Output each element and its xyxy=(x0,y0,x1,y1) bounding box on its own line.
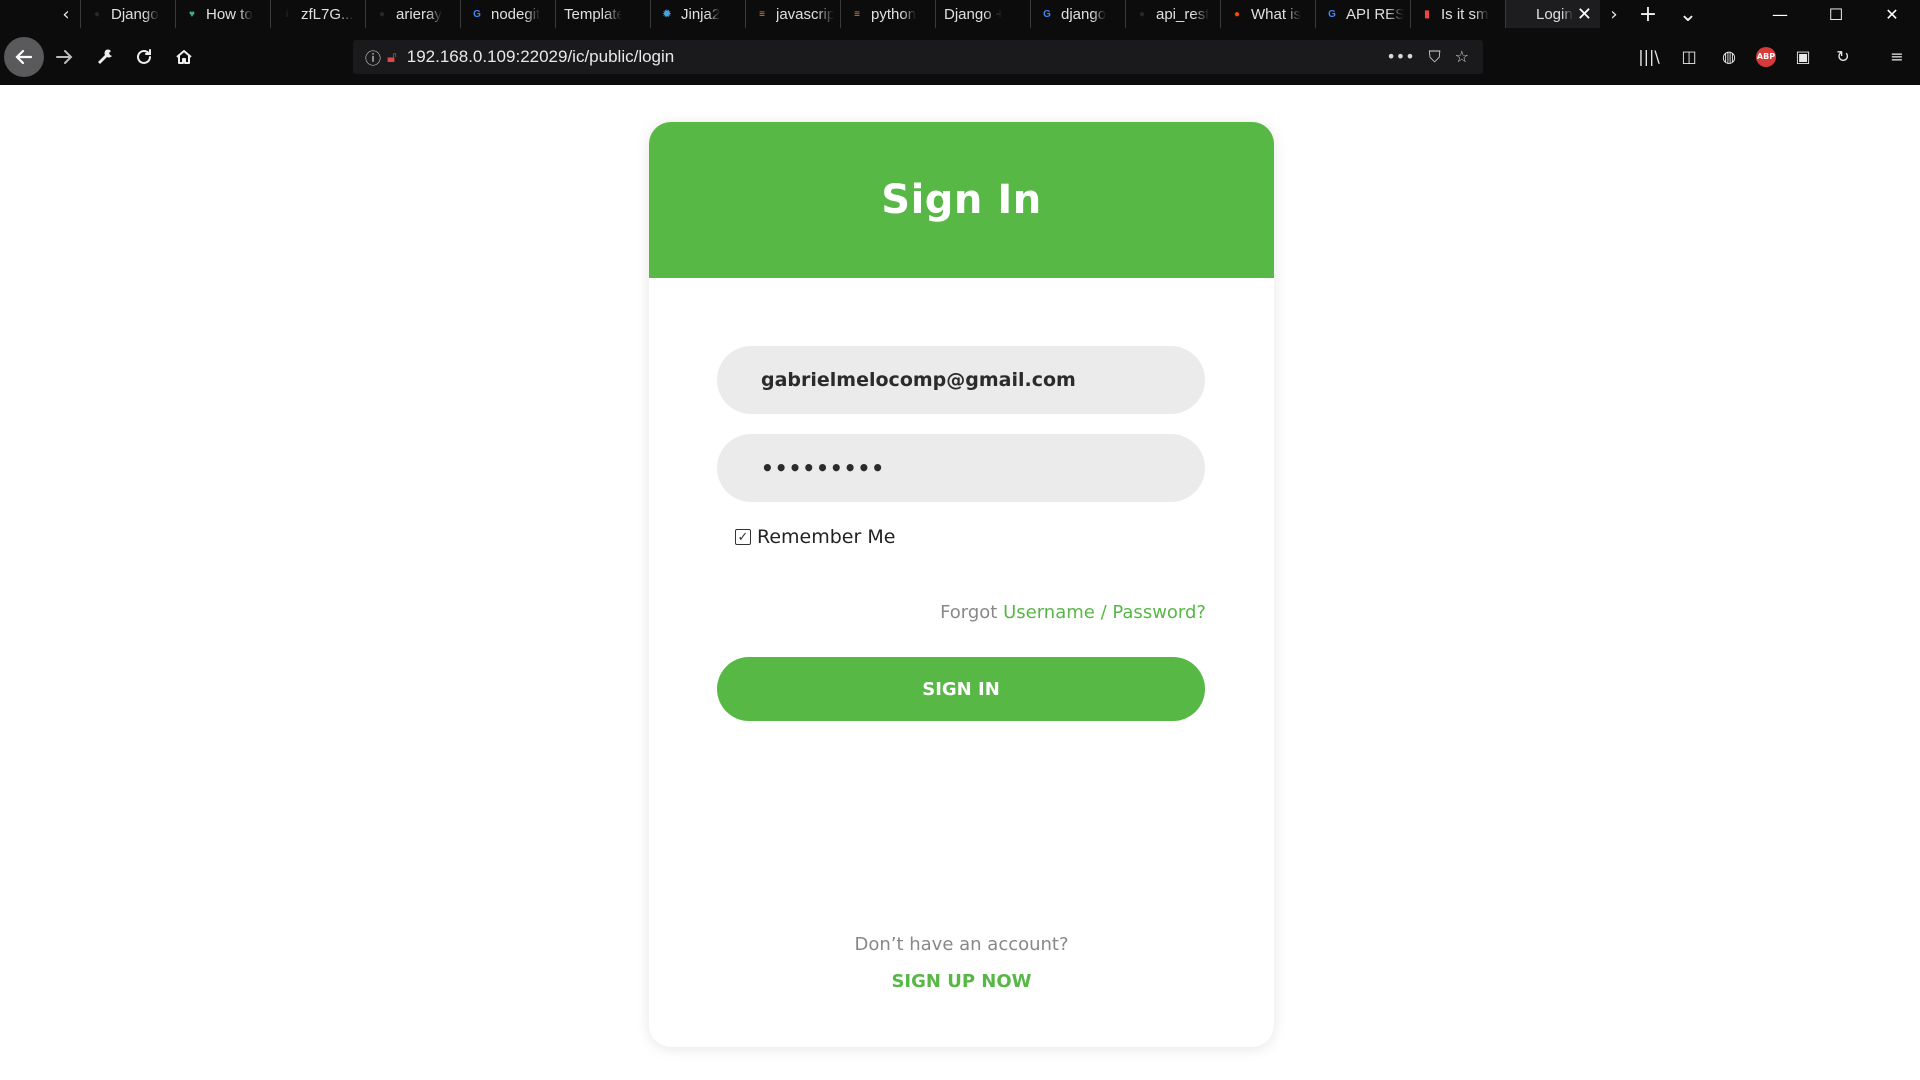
window-controls: — ☐ ✕ xyxy=(1752,0,1920,28)
no-account-text: Don’t have an account? xyxy=(854,934,1069,955)
tab-title: Is it sm xyxy=(1441,5,1489,23)
vue-icon: ♥ xyxy=(189,8,195,20)
tab-title: Login xyxy=(1536,5,1573,23)
browser-tab[interactable]: Template xyxy=(555,0,650,28)
stackoverflow-icon: ≡ xyxy=(854,8,860,20)
home-icon xyxy=(176,49,192,64)
close-tab-icon[interactable]: ✕ xyxy=(1577,4,1592,25)
login-card: Sign In gabrielmelocomp@gmail.com ••••••… xyxy=(649,122,1274,1047)
password-field[interactable]: ••••••••• xyxy=(717,434,1205,502)
page-title: Sign In xyxy=(881,177,1042,223)
browser-tab[interactable]: ● What is xyxy=(1220,0,1315,28)
menu-icon[interactable]: ≡ xyxy=(1884,44,1910,70)
tab-title: nodegit xyxy=(491,5,541,23)
tab-title: Django xyxy=(111,5,159,23)
arrow-right-icon xyxy=(56,49,73,64)
forgot-prefix: Forgot xyxy=(940,602,1004,623)
new-tab-button[interactable]: + xyxy=(1628,0,1668,28)
browser-tab[interactable]: G API REST xyxy=(1315,0,1410,28)
forgot-link[interactable]: Username / Password? xyxy=(1003,602,1206,623)
pocket-icon[interactable]: ⛉ xyxy=(1429,47,1441,67)
card-header: Sign In xyxy=(649,122,1274,278)
password-value: ••••••••• xyxy=(761,456,886,480)
sign-up-link[interactable]: SIGN UP NOW xyxy=(649,971,1274,992)
browser-tab[interactable]: Gnodegit xyxy=(460,0,555,28)
stackoverflow-icon: ≡ xyxy=(759,8,765,20)
tab-title: python xyxy=(871,5,917,23)
extension-globe-icon[interactable]: ◍ xyxy=(1716,44,1742,70)
google-icon: G xyxy=(473,8,481,20)
wrench-icon xyxy=(98,49,112,64)
reload-button[interactable] xyxy=(124,37,164,77)
google-icon: G xyxy=(1043,8,1051,20)
scroll-tabs-left-button[interactable]: ‹ xyxy=(52,0,80,28)
customize-button[interactable] xyxy=(84,37,124,77)
browser-tab[interactable]: ⌂ Login ✕ xyxy=(1505,0,1600,28)
home-icon: ⌂ xyxy=(1518,8,1526,20)
tab-title: arieray xyxy=(396,5,442,23)
tab-strip: ‹ ● Django ♥ How to i zfL7G... ● arieray Gnodegi… xyxy=(0,0,1920,28)
navigation-toolbar: ⓘ 🔓︎ 192.168.0.109:22029/ic/public/login… xyxy=(0,28,1920,85)
tab-title: How to xyxy=(206,5,253,23)
browser-tab[interactable]: ● arieray xyxy=(365,0,460,28)
maximize-button[interactable]: ☐ xyxy=(1808,0,1864,28)
remember-me-checkbox[interactable]: ✓ xyxy=(735,529,751,545)
list-all-tabs-button[interactable]: ⌄ xyxy=(1668,0,1708,28)
tab-title: api_rest xyxy=(1156,5,1210,23)
tab-title: What is xyxy=(1251,5,1302,23)
adblock-plus-icon[interactable]: ABP xyxy=(1756,46,1776,67)
github-icon: ● xyxy=(93,8,101,20)
browser-tab[interactable]: ● Django xyxy=(80,0,175,28)
tab-title: Template xyxy=(564,5,622,23)
github-icon: ● xyxy=(1138,8,1146,20)
info-icon[interactable]: ⓘ xyxy=(365,45,381,69)
jinja-icon: ✹ xyxy=(662,8,672,20)
browser-tab[interactable]: i zfL7G... xyxy=(270,0,365,28)
email-value: gabrielmelocomp@gmail.com xyxy=(761,369,1076,391)
reload-icon xyxy=(137,48,151,64)
browser-tab[interactable]: ≡ python xyxy=(840,0,935,28)
tab-list: ● Django ♥ How to i zfL7G... ● arieray Gnodegit T… xyxy=(80,0,1600,28)
browser-tab[interactable]: Gdjango xyxy=(1030,0,1125,28)
sidebar-icon[interactable]: ◫ xyxy=(1676,44,1702,70)
google-icon: G xyxy=(1328,8,1336,20)
bookmark-star-icon[interactable]: ☆ xyxy=(1455,47,1469,67)
extension-screenshot-icon[interactable]: ▣ xyxy=(1790,44,1816,70)
tab-title: Django + V xyxy=(944,5,1002,23)
bottle-icon: ▮ xyxy=(1424,8,1430,20)
reddit-icon: ● xyxy=(1233,8,1241,20)
page-actions-icon[interactable]: ••• xyxy=(1386,47,1414,67)
browser-tab[interactable]: Django + V xyxy=(935,0,1030,28)
browser-tab[interactable]: ● api_rest xyxy=(1125,0,1220,28)
browser-tab[interactable]: ♥ How to xyxy=(175,0,270,28)
tab-title: django xyxy=(1061,5,1107,23)
browser-tab[interactable]: ▮ Is it sm xyxy=(1410,0,1505,28)
remember-me-label: Remember Me xyxy=(757,526,896,548)
home-button[interactable] xyxy=(164,37,204,77)
scroll-tabs-right-button[interactable]: › xyxy=(1600,0,1628,28)
insecure-lock-icon[interactable]: 🔓︎ xyxy=(387,48,397,66)
browser-tab[interactable]: ✹ Jinja2 xyxy=(650,0,745,28)
email-field[interactable]: gabrielmelocomp@gmail.com xyxy=(717,346,1205,414)
url-text[interactable]: 192.168.0.109:22029/ic/public/login xyxy=(407,47,675,67)
address-bar[interactable]: ⓘ 🔓︎ 192.168.0.109:22029/ic/public/login… xyxy=(353,40,1483,74)
close-window-button[interactable]: ✕ xyxy=(1864,0,1920,28)
arrow-left-icon xyxy=(15,49,33,64)
forward-button[interactable] xyxy=(44,37,84,77)
github-icon: ● xyxy=(378,8,386,20)
toolbar-right: |||\ ◫ ◍ ABP ▣ ↻ ≡ xyxy=(1636,28,1920,85)
library-icon[interactable]: |||\ xyxy=(1636,44,1662,70)
info-icon: i xyxy=(285,8,289,20)
back-button[interactable] xyxy=(4,36,44,77)
tab-title: Jinja2 xyxy=(681,5,721,23)
tab-title: zfL7G... xyxy=(301,5,354,23)
remember-me[interactable]: ✓ Remember Me xyxy=(735,526,895,548)
sign-in-button[interactable]: SIGN IN xyxy=(717,657,1205,721)
browser-tab[interactable]: ≡ javascript xyxy=(745,0,840,28)
forgot-credentials: Forgot Username / Password? xyxy=(940,602,1206,623)
sync-icon[interactable]: ↻ xyxy=(1830,44,1856,70)
minimize-button[interactable]: — xyxy=(1752,0,1808,28)
tab-title: javascript xyxy=(776,5,834,23)
tab-title: API REST xyxy=(1346,5,1404,23)
